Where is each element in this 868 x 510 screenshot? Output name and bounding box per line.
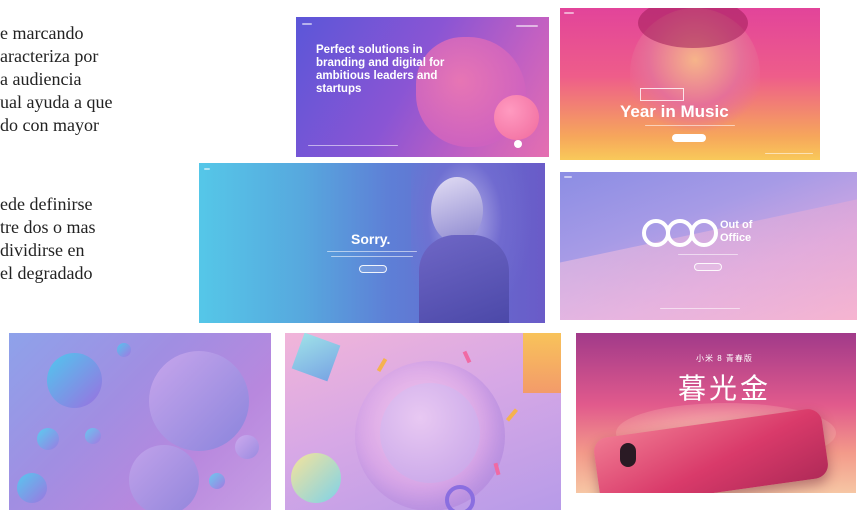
text-line: do con mayor: [0, 115, 99, 135]
tag-label: [640, 88, 684, 101]
sorry-title: Sorry.: [351, 231, 391, 247]
office-title-line-1: Out of: [720, 219, 753, 231]
phone-product-screenshot: 小米 8 青春版 暮光金: [576, 333, 856, 493]
bubble: [85, 428, 101, 444]
text-line: aracteriza por: [0, 46, 99, 66]
text-line: ual ayuda a que: [0, 92, 113, 112]
bubble: [209, 473, 225, 489]
phone-subtitle: 小米 8 青春版: [696, 354, 753, 363]
cube-shape: [291, 333, 341, 382]
text-line: el degradado: [0, 263, 93, 283]
cta-button[interactable]: [359, 265, 387, 273]
text-line: tre dos o mas: [0, 217, 96, 237]
text-line: dividirse en: [0, 240, 85, 260]
shapes-artwork: [285, 333, 561, 510]
text-line: a audiencia: [0, 69, 82, 89]
bubble: [117, 343, 131, 357]
branding-site-screenshot: Perfect solutions in branding and digita…: [296, 17, 549, 157]
bubble: [235, 435, 259, 459]
office-title-line-2: Office: [720, 232, 752, 244]
bubbles-artwork: [9, 333, 271, 510]
body-shape: [419, 235, 509, 323]
diagonal-band: [560, 195, 857, 320]
nav-dot: [514, 140, 522, 148]
inner-disc: [380, 383, 480, 483]
cta-button[interactable]: [694, 263, 722, 271]
music-site-screenshot: Year in Music: [560, 8, 820, 160]
bubble: [149, 351, 249, 451]
cta-button[interactable]: [672, 134, 706, 142]
text-line: ede definirse: [0, 194, 93, 214]
bubble: [37, 428, 59, 450]
sphere-shape: [291, 453, 341, 503]
bubble: [129, 445, 199, 510]
office-site-screenshot: Out of Office: [560, 172, 857, 320]
phone-title: 暮光金: [678, 372, 772, 405]
bubble: [17, 473, 47, 503]
confetti: [376, 357, 388, 373]
logo-ooo: [642, 219, 718, 247]
bubble: [47, 353, 102, 408]
branding-headline: Perfect solutions in branding and digita…: [316, 44, 445, 95]
circle-shape: [494, 95, 539, 140]
ring-shape: [445, 485, 475, 510]
sorry-site-screenshot: Sorry.: [199, 163, 545, 323]
head-shape: [431, 177, 483, 243]
text-line: e marcando: [0, 23, 84, 43]
music-title: Year in Music: [620, 102, 729, 121]
confetti: [505, 408, 519, 422]
camera-icon: [620, 443, 636, 467]
corner-shape: [523, 333, 561, 393]
confetti: [462, 350, 472, 364]
